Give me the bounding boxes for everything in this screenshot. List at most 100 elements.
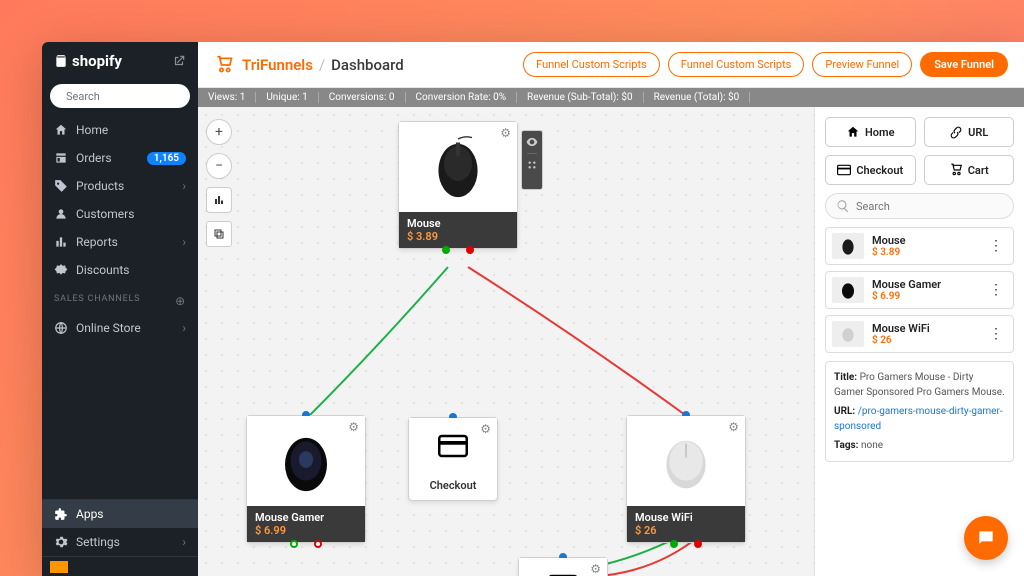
- orders-badge: 1,165: [147, 152, 186, 165]
- sidebar-item-settings[interactable]: Settings›: [42, 528, 198, 556]
- sidebar-item-apps[interactable]: Apps: [42, 500, 198, 528]
- zoom-in-button[interactable]: +: [206, 119, 232, 145]
- add-channel-icon[interactable]: ⊕: [175, 294, 186, 308]
- shopify-logo: shopify: [54, 52, 122, 70]
- shopify-bag-icon: [54, 54, 68, 68]
- funnel-canvas[interactable]: ⚙ Mouse $ 3.89: [198, 107, 814, 576]
- home-icon: [54, 123, 68, 137]
- save-funnel-button[interactable]: Save Funnel: [920, 52, 1008, 77]
- credit-card-icon: [438, 434, 468, 458]
- stat-conversion-rate: Conversion Rate: 0%: [406, 92, 518, 103]
- sidebar-item-products[interactable]: Products›: [42, 172, 198, 200]
- app-indicator: [50, 561, 68, 573]
- funnel-node-checkout-1[interactable]: ⚙ Checkout: [408, 417, 498, 501]
- port-fail[interactable]: [694, 540, 702, 548]
- product-url-link[interactable]: /pro-gamers-mouse-dirty-gamer-sponsored: [834, 406, 1003, 432]
- funnel-custom-scripts-button[interactable]: Funnel Custom Scripts: [523, 52, 660, 77]
- orders-icon: [54, 151, 68, 165]
- product-detail-panel: Title: Pro Gamers Mouse - Dirty Gamer Sp…: [825, 361, 1014, 462]
- node-price: $ 26: [635, 524, 737, 537]
- credit-card-icon: [837, 163, 851, 177]
- add-checkout-button[interactable]: Checkout: [825, 155, 916, 185]
- stat-revenue-subtotal: Revenue (Sub-Total): $0: [517, 92, 644, 103]
- chat-icon: [976, 528, 996, 548]
- port-success[interactable]: [290, 540, 298, 548]
- product-list-item[interactable]: Mouse WiFi$ 26 ⋮: [825, 315, 1014, 353]
- product-search-input[interactable]: [856, 200, 1003, 213]
- node-settings-icon[interactable]: ⚙: [348, 420, 359, 434]
- mouse-thumb-icon: [836, 236, 860, 256]
- shopify-sidebar: shopify Home Orders1,165 Products› Custo…: [42, 42, 198, 576]
- mouse-gamer-thumb-icon: [836, 280, 860, 300]
- breadcrumb-app[interactable]: TriFunnels: [242, 56, 313, 74]
- mouse-wifi-thumb-icon: [836, 324, 860, 344]
- home-icon: [846, 125, 860, 139]
- add-url-button[interactable]: URL: [924, 117, 1015, 147]
- funnel-custom-scripts-button-2[interactable]: Funnel Custom Scripts: [668, 52, 805, 77]
- eye-icon[interactable]: [525, 135, 539, 149]
- puzzle-icon: [54, 507, 68, 521]
- copy-button[interactable]: [206, 221, 232, 247]
- preview-funnel-button[interactable]: Preview Funnel: [812, 52, 912, 77]
- link-icon: [949, 125, 963, 139]
- product-list: Mouse$ 3.89 ⋮ Mouse Gamer$ 6.99 ⋮ Mouse …: [825, 227, 1014, 353]
- tag-icon: [54, 179, 68, 193]
- sidebar-item-reports[interactable]: Reports›: [42, 228, 198, 256]
- gear-icon: [54, 535, 68, 549]
- product-list-item[interactable]: Mouse$ 3.89 ⋮: [825, 227, 1014, 265]
- port-success[interactable]: [442, 246, 450, 254]
- product-list-item[interactable]: Mouse Gamer$ 6.99 ⋮: [825, 271, 1014, 309]
- sidebar-item-discounts[interactable]: Discounts: [42, 256, 198, 284]
- stats-bar: Views: 1 Unique: 1 Conversions: 0 Conver…: [198, 88, 1024, 107]
- breadcrumb-page: Dashboard: [331, 56, 404, 74]
- stat-conversions: Conversions: 0: [319, 92, 406, 103]
- product-search[interactable]: [825, 193, 1014, 219]
- canvas-toolbar: + −: [206, 119, 232, 247]
- stat-revenue-total: Revenue (Total): $0: [644, 92, 751, 103]
- add-home-button[interactable]: Home: [825, 117, 916, 147]
- node-settings-icon[interactable]: ⚙: [480, 422, 491, 436]
- sidebar-item-online-store[interactable]: Online Store›: [42, 314, 198, 342]
- globe-icon: [54, 321, 68, 335]
- node-label: Checkout: [409, 473, 497, 500]
- node-price: $ 6.99: [255, 524, 357, 537]
- more-options-icon[interactable]: ⋮: [985, 282, 1007, 298]
- sidebar-item-customers[interactable]: Customers: [42, 200, 198, 228]
- node-settings-icon[interactable]: ⚙: [590, 562, 601, 576]
- funnel-node-checkout-2[interactable]: ⚙ Checkout: [518, 557, 608, 576]
- node-settings-icon[interactable]: ⚙: [728, 420, 739, 434]
- sidebar-item-orders[interactable]: Orders1,165: [42, 144, 198, 172]
- external-link-icon[interactable]: [172, 54, 186, 68]
- sidebar-search[interactable]: [50, 84, 190, 108]
- mouse-product-image: [423, 132, 493, 202]
- sidebar-item-home[interactable]: Home: [42, 116, 198, 144]
- port-fail[interactable]: [466, 246, 474, 254]
- stat-views: Views: 1: [198, 92, 256, 103]
- node-title: Mouse: [407, 217, 509, 230]
- stats-toggle-button[interactable]: [206, 187, 232, 213]
- funnel-node-product-mouse[interactable]: ⚙ Mouse $ 3.89: [398, 121, 518, 249]
- stat-unique: Unique: 1: [256, 92, 318, 103]
- port-success[interactable]: [670, 540, 678, 548]
- node-side-controls[interactable]: [521, 130, 543, 190]
- port-fail[interactable]: [314, 540, 322, 548]
- add-cart-button[interactable]: Cart: [924, 155, 1015, 185]
- sidebar-search-input[interactable]: [66, 90, 206, 103]
- node-price: $ 3.89: [407, 230, 509, 243]
- funnel-node-product-mouse-wifi[interactable]: ⚙ Mouse WiFi $ 26: [626, 415, 746, 543]
- node-title: Mouse WiFi: [635, 511, 737, 524]
- topbar: TriFunnels / Dashboard Funnel Custom Scr…: [198, 42, 1024, 88]
- chat-fab[interactable]: [964, 516, 1008, 560]
- zoom-out-button[interactable]: −: [206, 153, 232, 179]
- handle-icon[interactable]: [525, 158, 539, 172]
- funnel-node-product-mouse-gamer[interactable]: ⚙ Mouse Gamer $ 6.99: [246, 415, 366, 543]
- more-options-icon[interactable]: ⋮: [985, 326, 1007, 342]
- chevron-right-icon: ›: [182, 179, 186, 193]
- user-icon: [54, 207, 68, 221]
- node-settings-icon[interactable]: ⚙: [500, 126, 511, 140]
- sidebar-section-channels: SALES CHANNELS⊕: [42, 284, 198, 314]
- cart-icon: [214, 55, 234, 75]
- mouse-wifi-image: [651, 426, 721, 496]
- more-options-icon[interactable]: ⋮: [985, 238, 1007, 254]
- chevron-right-icon: ›: [182, 321, 186, 335]
